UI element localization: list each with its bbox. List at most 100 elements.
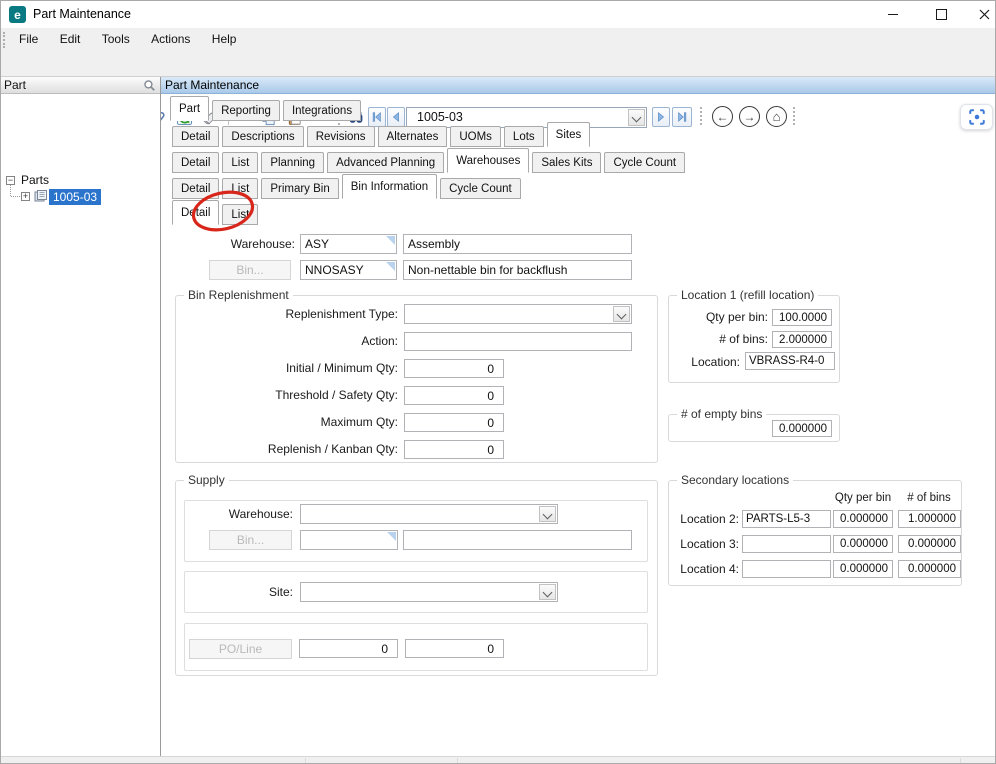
empty-bins-legend: # of empty bins	[677, 407, 766, 421]
tab-warehouses-detail[interactable]: Detail	[172, 178, 219, 199]
warehouse-desc-field[interactable]: Assembly	[403, 234, 632, 254]
tab-bin-information[interactable]: Bin Information	[342, 174, 437, 199]
tab-detail[interactable]: Detail	[172, 126, 219, 147]
status-bar-separator	[457, 758, 458, 763]
po-line-field[interactable]: 0	[405, 639, 504, 658]
loc1-qty-per-bin-value: 100.0000	[779, 312, 827, 324]
menu-actions[interactable]: Actions	[142, 28, 199, 52]
maximize-button[interactable]	[924, 0, 958, 28]
loc1-location-field[interactable]: VBRASS-R4-0	[745, 352, 835, 370]
back-arrow-icon: ←	[717, 110, 729, 124]
location2-bins-field[interactable]: 1.000000	[898, 510, 961, 528]
window-title: Part Maintenance	[33, 7, 131, 21]
tab-warehouses-list[interactable]: List	[222, 178, 258, 199]
tab-revisions[interactable]: Revisions	[307, 126, 375, 147]
empty-bins-field[interactable]: 0.000000	[772, 420, 832, 437]
site-dropdown-button[interactable]	[539, 584, 556, 600]
bin-desc-field[interactable]: Non-nettable bin for backflush	[403, 260, 632, 280]
supply-bin-code-field[interactable]	[300, 530, 398, 550]
tab-warehouses-cycle-count[interactable]: Cycle Count	[440, 178, 521, 199]
po-line-value: 0	[487, 642, 494, 656]
warehouse-code-field[interactable]: ASY	[300, 234, 397, 254]
tab-sites-list[interactable]: List	[222, 152, 258, 173]
location2-field[interactable]: PARTS-L5-3	[742, 510, 831, 528]
tab-warehouses[interactable]: Warehouses	[447, 148, 529, 173]
tab-reporting[interactable]: Reporting	[212, 100, 280, 121]
tree-connector	[11, 196, 20, 197]
tree-root-parts[interactable]: Parts	[21, 173, 49, 187]
site-select[interactable]	[300, 582, 558, 602]
location2-value: PARTS-L5-3	[746, 513, 810, 525]
maximum-qty-field[interactable]: 0	[404, 413, 504, 432]
tab-sites[interactable]: Sites	[547, 122, 591, 147]
replenishment-type-dropdown-button[interactable]	[613, 306, 630, 322]
initial-minimum-qty-value: 0	[487, 362, 494, 376]
tab-advanced-planning[interactable]: Advanced Planning	[327, 152, 444, 173]
location3-field[interactable]	[742, 535, 831, 553]
location4-field[interactable]	[742, 560, 831, 578]
record-id-dropdown-button[interactable]	[628, 109, 645, 126]
tree-node-selected-part[interactable]: 1005-03	[49, 189, 101, 205]
tab-bin-info-detail[interactable]: Detail	[172, 200, 219, 225]
location3-qty-value: 0.000000	[840, 538, 888, 550]
replenish-kanban-qty-field[interactable]: 0	[404, 440, 504, 459]
menu-tools[interactable]: Tools	[93, 28, 139, 52]
supply-warehouse-dropdown-button[interactable]	[539, 506, 556, 522]
next-record-button[interactable]	[652, 107, 670, 127]
screen-capture-button[interactable]	[960, 104, 993, 130]
location4-qty-field[interactable]: 0.000000	[833, 560, 893, 578]
bin-code-value: NNOSASY	[305, 263, 364, 277]
tab-sales-kits[interactable]: Sales Kits	[532, 152, 601, 173]
tab-descriptions[interactable]: Descriptions	[222, 126, 303, 147]
initial-minimum-qty-field[interactable]: 0	[404, 359, 504, 378]
tab-primary-bin[interactable]: Primary Bin	[261, 178, 338, 199]
location3-bins-field[interactable]: 0.000000	[898, 535, 961, 553]
search-magnifier-icon[interactable]	[143, 79, 156, 92]
bin-code-field[interactable]: NNOSASY	[300, 260, 397, 280]
location4-bins-field[interactable]: 0.000000	[898, 560, 961, 578]
tab-part[interactable]: Part	[170, 96, 209, 121]
tab-uoms[interactable]: UOMs	[450, 126, 501, 147]
part-expand-toggle[interactable]: +	[21, 192, 30, 201]
tab-row-sites: Detail List Planning Advanced Planning W…	[172, 148, 688, 173]
menu-edit[interactable]: Edit	[51, 28, 90, 52]
supply-bin-desc-field[interactable]	[403, 530, 632, 550]
parts-collapse-toggle[interactable]: −	[6, 176, 15, 185]
reference-corner-icon	[386, 262, 395, 271]
tab-row-part: Detail Descriptions Revisions Alternates…	[172, 122, 593, 147]
back-button[interactable]: ←	[712, 106, 733, 127]
close-icon	[979, 9, 990, 20]
last-record-button[interactable]	[672, 107, 692, 127]
title-bar: e Part Maintenance	[0, 0, 996, 28]
menu-help[interactable]: Help	[203, 28, 246, 52]
replenishment-type-label: Replenishment Type:	[185, 304, 398, 324]
forward-button[interactable]: →	[739, 106, 760, 127]
po-number-field[interactable]: 0	[299, 639, 398, 658]
tab-lots[interactable]: Lots	[504, 126, 544, 147]
menu-file[interactable]: File	[10, 28, 47, 52]
tab-sites-detail[interactable]: Detail	[172, 152, 219, 173]
minimize-button[interactable]	[876, 0, 910, 28]
tab-integrations[interactable]: Integrations	[283, 100, 361, 121]
close-button[interactable]	[972, 0, 996, 28]
supply-warehouse-select[interactable]	[300, 504, 558, 524]
tab-planning[interactable]: Planning	[261, 152, 324, 173]
tab-alternates[interactable]: Alternates	[378, 126, 448, 147]
tab-cycle-count[interactable]: Cycle Count	[604, 152, 685, 173]
home-button[interactable]: ⌂	[766, 106, 787, 127]
action-field[interactable]	[404, 332, 632, 351]
loc1-qty-per-bin-field[interactable]: 100.0000	[772, 309, 832, 326]
empty-bins-value: 0.000000	[779, 423, 827, 435]
status-bar-separator	[960, 758, 961, 763]
location3-qty-field[interactable]: 0.000000	[833, 535, 893, 553]
replenishment-type-select[interactable]	[404, 304, 632, 324]
reference-corner-icon	[386, 236, 395, 245]
loc1-num-bins-value: 2.000000	[779, 334, 827, 346]
toolbar-grip-4	[793, 107, 795, 125]
location4-label: Location 4:	[664, 560, 739, 578]
epicor-logo-icon: e	[9, 6, 26, 23]
tab-bin-info-list[interactable]: List	[222, 204, 258, 225]
location2-qty-field[interactable]: 0.000000	[833, 510, 893, 528]
threshold-safety-qty-field[interactable]: 0	[404, 386, 504, 405]
loc1-num-bins-field[interactable]: 2.000000	[772, 331, 832, 348]
